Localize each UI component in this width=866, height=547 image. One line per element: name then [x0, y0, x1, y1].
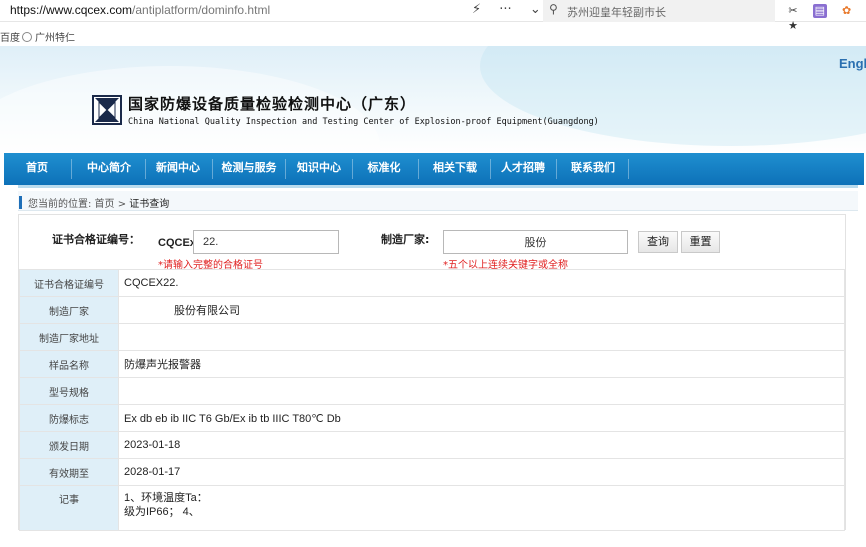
nav-divider — [71, 159, 72, 179]
breadcrumb-current: 证书查询 — [129, 199, 170, 210]
certificate-result-table: 证书合格证编号 CQCEX22. 制造厂家 股份有限公司 制造厂家地址 样品名称… — [19, 269, 845, 531]
bookmark-label: 广州特仁 — [35, 33, 75, 44]
address-bar[interactable]: https://www.cqcex.com/antiplatform/domin… — [10, 3, 270, 17]
nav-item-careers[interactable]: 人才招聘 — [492, 153, 554, 185]
nav-item-standards[interactable]: 标准化 — [354, 153, 414, 185]
table-row: 制造厂家地址 — [19, 323, 845, 351]
search-text: 苏州迎皇年轻副市长 — [567, 6, 666, 19]
manufacturer-input[interactable] — [443, 230, 628, 254]
lightning-icon[interactable]: ⚡ — [472, 2, 481, 17]
row-value — [118, 377, 845, 405]
browser-search-box[interactable]: ⚲ 苏州迎皇年轻副市长 — [543, 0, 775, 22]
row-value: 2023-01-18 — [118, 431, 845, 459]
table-row: 样品名称 防爆声光报警器 — [19, 350, 845, 378]
nav-divider — [556, 159, 557, 179]
row-key: 有效期至 — [19, 458, 119, 486]
org-logo-icon — [92, 95, 122, 125]
nav-divider — [212, 159, 213, 179]
org-name-cn: 国家防爆设备质量检验检测中心（广东） — [128, 95, 417, 113]
globe-icon — [22, 32, 32, 42]
search-icon: ⚲ — [549, 2, 558, 16]
notes-line: 级为IP66； 4、 — [124, 506, 200, 518]
scissors-icon[interactable]: ✂ — [786, 4, 800, 18]
nav-item-contact[interactable]: 联系我们 — [560, 153, 626, 185]
url-host: https://www.cqcex.com — [10, 3, 133, 17]
breadcrumb-text: 您当前的位置: 首页 > 证书查询 — [28, 195, 169, 210]
chevron-down-icon[interactable]: ⌄ — [530, 2, 541, 17]
extension-orange-icon[interactable]: ✿ — [840, 4, 854, 18]
nav-item-about[interactable]: 中心简介 — [76, 153, 142, 185]
browser-toolbar: https://www.cqcex.com/antiplatform/domin… — [0, 0, 866, 32]
notes-value: 1、环境温度Ta： 级为IP66； 4、 — [118, 485, 845, 531]
bookmark-item[interactable]: 百度 — [0, 29, 20, 44]
row-key: 制造厂家地址 — [19, 323, 119, 351]
org-name-en: China National Quality Inspection and Te… — [128, 117, 599, 127]
nav-item-knowledge[interactable]: 知识中心 — [287, 153, 351, 185]
row-value: 2028-01-17 — [118, 458, 845, 486]
nav-divider — [352, 159, 353, 179]
main-nav: 首页 中心简介 新闻中心 检测与服务 知识中心 标准化 相关下载 人才招聘 联系… — [4, 153, 864, 185]
table-row: 有效期至 2028-01-17 — [19, 458, 845, 486]
row-value: Ex db eb ib IIC T6 Gb/Ex ib tb IIIC T80℃… — [118, 404, 845, 432]
row-key: 制造厂家 — [19, 296, 119, 324]
row-key: 样品名称 — [19, 350, 119, 378]
row-value-cell: 股份有限公司 — [118, 296, 845, 324]
bookmarks-bar: 百度 广州特仁 — [0, 26, 866, 44]
header-decoration — [480, 46, 866, 146]
nav-item-news[interactable]: 新闻中心 — [147, 153, 209, 185]
bookmark-item[interactable]: 广州特仁 — [22, 29, 75, 44]
row-value: CQCEX22. — [118, 269, 845, 297]
row-value — [118, 323, 845, 351]
table-row: 防爆标志 Ex db eb ib IIC T6 Gb/Ex ib tb IIIC… — [19, 404, 845, 432]
breadcrumb-prefix[interactable]: 您当前的位置: 首页 > — [28, 199, 129, 210]
nav-divider — [418, 159, 419, 179]
more-icon[interactable]: ··· — [499, 2, 511, 17]
row-value: 防爆声光报警器 — [118, 350, 845, 378]
url-path: /antiplatform/dominfo.html — [132, 3, 271, 17]
nav-divider — [628, 159, 629, 179]
notes-line: 1、环境温度Ta： — [124, 492, 208, 504]
table-row: 证书合格证编号 CQCEX22. — [19, 269, 845, 297]
row-value: 股份有限公司 — [174, 305, 240, 317]
nav-underline — [18, 185, 858, 188]
query-button[interactable]: 查询 — [638, 231, 678, 253]
nav-item-downloads[interactable]: 相关下载 — [422, 153, 488, 185]
nav-item-testing[interactable]: 检测与服务 — [214, 153, 284, 185]
nav-item-home[interactable]: 首页 — [8, 153, 66, 185]
nav-divider — [145, 159, 146, 179]
reset-button[interactable]: 重置 — [681, 231, 720, 253]
table-row: 颁发日期 2023-01-18 — [19, 431, 845, 459]
cert-number-input[interactable] — [193, 230, 339, 254]
notes-key: 记事 — [19, 485, 119, 531]
manufacturer-label: 制造厂家: — [381, 233, 430, 246]
extension-purple-icon[interactable]: ▤ — [812, 4, 827, 18]
site-header: Engl 国家防爆设备质量检验检测中心（广东） China National Q… — [0, 46, 866, 154]
row-key: 型号规格 — [19, 377, 119, 405]
table-row-notes: 记事 1、环境温度Ta： 级为IP66； 4、 — [19, 485, 845, 531]
table-row: 制造厂家 股份有限公司 — [19, 296, 845, 324]
nav-divider — [490, 159, 491, 179]
cert-number-label: 证书合格证编号： — [52, 233, 140, 246]
breadcrumb-marker — [19, 196, 22, 209]
row-key: 颁发日期 — [19, 431, 119, 459]
breadcrumb: 您当前的位置: 首页 > 证书查询 — [18, 191, 858, 211]
nav-divider — [285, 159, 286, 179]
english-link[interactable]: Engl — [839, 56, 866, 71]
cert-prefix: CQCEx — [158, 237, 196, 249]
table-row: 型号规格 — [19, 377, 845, 405]
row-key: 防爆标志 — [19, 404, 119, 432]
row-key: 证书合格证编号 — [19, 269, 119, 297]
